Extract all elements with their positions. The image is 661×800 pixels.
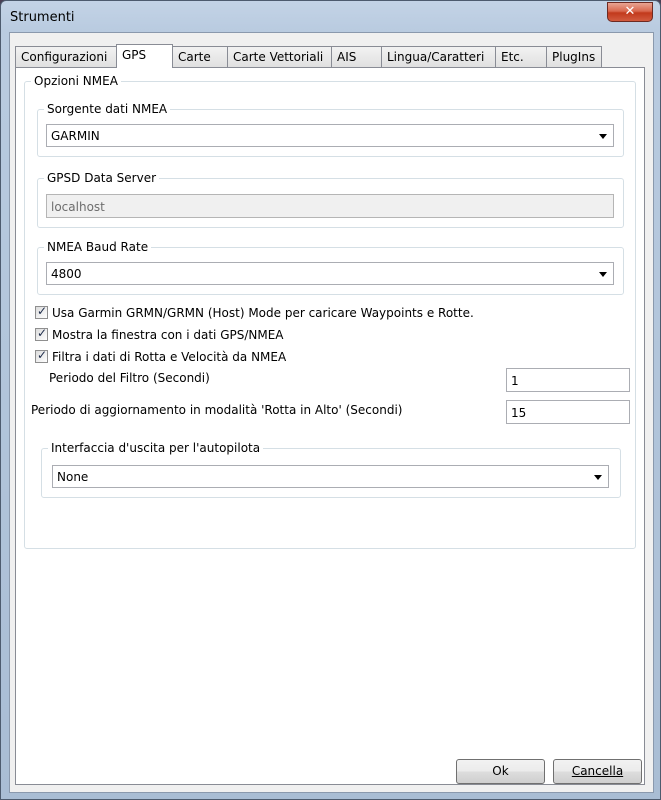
close-icon: ✕ [624,4,636,19]
checkbox-label: Mostra la finestra con i dati GPS/NMEA [52,328,284,342]
tab-carte-vettoriali[interactable]: Carte Vettoriali [227,46,332,67]
checkbox-box[interactable]: ✓ [35,348,48,363]
tab-label: AIS [337,50,357,64]
tab-gps[interactable]: GPS [116,44,173,68]
button-bar: Ok Cancella [10,751,653,794]
tab-label: Carte [178,50,211,64]
cancel-button-label: Cancella [571,764,624,778]
checkmark-icon: ✓ [37,304,48,318]
filter-period-value: 1 [511,374,519,388]
checkbox-label: Usa Garmin GRMN/GRMN (Host) Mode per car… [52,306,474,320]
close-button[interactable]: ✕ [607,2,653,22]
window-title: Strumenti [10,10,75,25]
baud-rate-group: NMEA Baud Rate 4800 [37,240,624,295]
tab-label: Carte Vettoriali [233,50,324,64]
checkbox-box[interactable]: ✓ [35,304,48,319]
group-title: Opzioni NMEA [31,74,121,88]
dialog-window: Strumenti ✕ Configurazioni GPS Carte Car… [0,0,661,800]
tab-plugins[interactable]: PlugIns [546,46,602,67]
tab-label: GPS [122,48,147,62]
tab-configurazioni[interactable]: Configurazioni [15,46,117,67]
tab-carte[interactable]: Carte [172,46,228,67]
nmea-source-value: GARMIN [51,129,100,143]
gpsd-server-input[interactable]: localhost [46,194,614,218]
update-period-input[interactable]: 15 [506,400,630,424]
tab-label: Lingua/Caratteri [387,50,485,64]
autopilot-group: Interfaccia d'uscita per l'autopilota No… [41,441,621,498]
checkmark-icon: ✓ [37,348,48,362]
gpsd-server-group: GPSD Data Server localhost [37,171,624,228]
cancel-button[interactable]: Cancella [553,759,642,784]
tab-label: Configurazioni [21,50,108,64]
checkbox-label: Filtra i dati di Rotta e Velocità da NME… [52,350,287,364]
autopilot-select[interactable]: None [52,465,609,488]
nmea-source-label: Sorgente dati NMEA [44,102,171,116]
baud-rate-value: 4800 [51,267,82,281]
dropdown-arrow-icon [594,475,602,480]
tab-label: Etc. [501,50,524,64]
autopilot-label: Interfaccia d'uscita per l'autopilota [48,441,264,455]
ok-button-label: Ok [492,764,509,778]
gpsd-server-label: GPSD Data Server [44,171,160,185]
gpsd-server-value: localhost [51,200,105,214]
tab-label: PlugIns [552,50,596,64]
baud-rate-select[interactable]: 4800 [46,262,614,285]
nmea-source-select[interactable]: GARMIN [46,124,614,147]
checkmark-icon: ✓ [37,326,48,340]
dropdown-arrow-icon [599,134,607,139]
nmea-options-group: Opzioni NMEA Sorgente dati NMEA GARMIN G… [24,74,636,549]
filter-period-label: Periodo del Filtro (Secondi) [49,371,210,385]
checkbox-box[interactable]: ✓ [35,326,48,341]
ok-button[interactable]: Ok [456,759,545,784]
update-period-value: 15 [511,406,527,420]
dialog-client: Configurazioni GPS Carte Carte Vettorial… [9,32,654,793]
nmea-source-group: Sorgente dati NMEA GARMIN [37,102,624,157]
tab-lingua-caratteri[interactable]: Lingua/Caratteri [381,46,496,67]
update-period-label: Periodo di aggiornamento in modalità 'Ro… [31,403,403,417]
tab-etc[interactable]: Etc. [495,46,547,67]
baud-rate-label: NMEA Baud Rate [44,240,152,254]
title-bar[interactable]: Strumenti ✕ [1,1,660,33]
dropdown-arrow-icon [599,272,607,277]
autopilot-value: None [57,470,89,484]
gps-tab-panel: Opzioni NMEA Sorgente dati NMEA GARMIN G… [15,67,645,785]
tab-ais[interactable]: AIS [331,46,382,67]
filter-period-input[interactable]: 1 [506,368,630,392]
